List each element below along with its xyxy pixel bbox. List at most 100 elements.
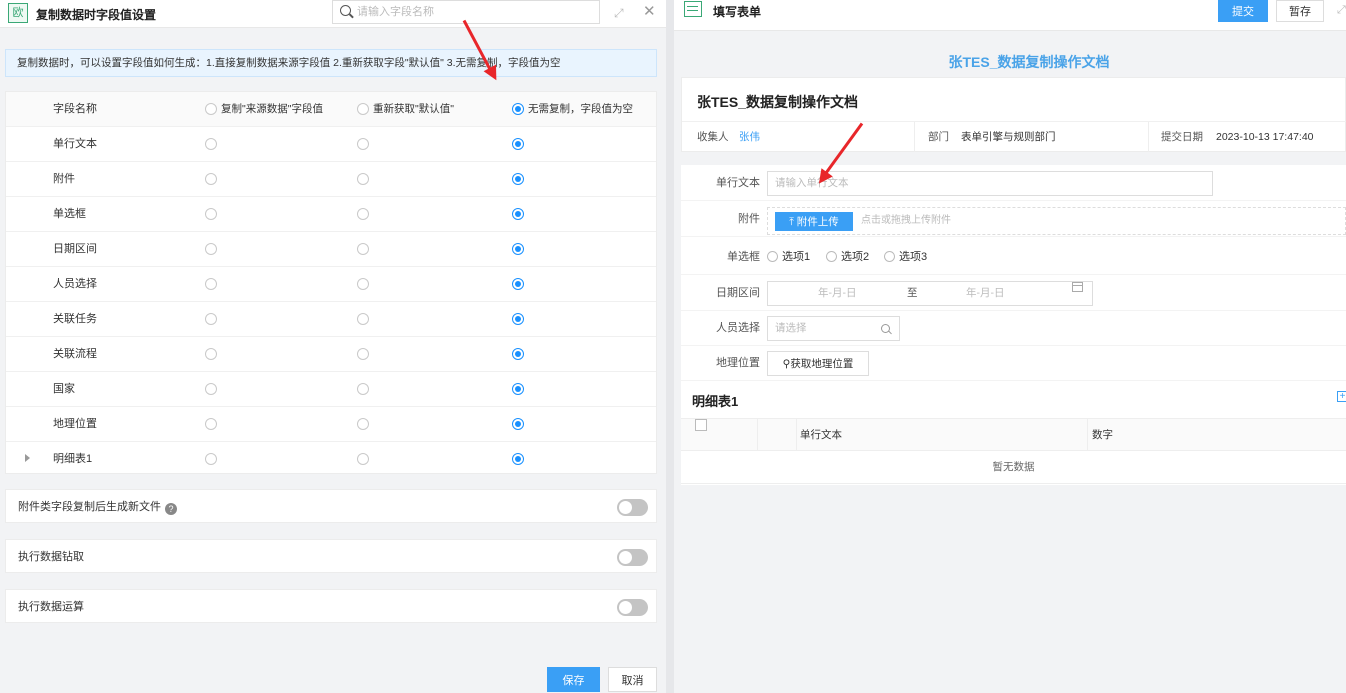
radio-clear-value[interactable] xyxy=(512,453,524,465)
date-start-input[interactable]: 年-月-日 xyxy=(818,282,857,305)
form-fill-panel: 填写表单 提交 暂存 ⤢ 张TES_数据复制操作文档 张TES_数据复制操作文档… xyxy=(674,0,1346,693)
radio-default-value[interactable] xyxy=(357,418,369,430)
radio-circle-icon xyxy=(767,251,778,262)
radio-copy-source[interactable] xyxy=(205,278,217,290)
expand-icon[interactable]: ⤢ xyxy=(1337,4,1346,17)
field-name: 国家 xyxy=(53,383,75,395)
panel-title: 复制数据时字段值设置 xyxy=(36,8,157,22)
radio-default-value[interactable] xyxy=(357,313,369,325)
table-row: 关联任务 xyxy=(6,302,656,337)
cancel-button[interactable]: 取消 xyxy=(608,667,657,692)
radio-default-value[interactable] xyxy=(357,453,369,465)
radio-default-value[interactable] xyxy=(357,348,369,360)
radio-copy-source[interactable] xyxy=(205,348,217,360)
table-row: 日期区间 xyxy=(6,232,656,267)
field-value-settings-panel: 欧 复制数据时字段值设置 ⤢ ✕ 复制数据时，可以设置字段值如何生成：1.直接复… xyxy=(0,0,666,693)
form-row-text: 单行文本 请输入单行文本 xyxy=(681,166,1346,201)
toggle-switch-drill[interactable] xyxy=(617,549,648,566)
radio-clear-value[interactable] xyxy=(512,243,524,255)
detail-table-title: 明细表1 xyxy=(692,394,739,409)
panel-header: 欧 复制数据时字段值设置 ⤢ ✕ xyxy=(0,0,666,28)
toggle-label-new-file: 附件类字段复制后生成新文件 xyxy=(18,501,161,513)
date-end-input[interactable]: 年-月-日 xyxy=(966,282,1005,305)
field-label-geo: 地理位置 xyxy=(716,357,760,369)
radio-copy-source[interactable] xyxy=(205,313,217,325)
form-row-attachment: 附件 ⤒ 附件上传 点击或拖拽上传附件 xyxy=(681,202,1346,237)
toggle-card-new-file: 附件类字段复制后生成新文件? xyxy=(5,489,657,523)
option-label-default-value: 重新获取"默认值" xyxy=(373,103,454,115)
close-icon[interactable]: ✕ xyxy=(643,4,657,19)
radio-clear-value[interactable] xyxy=(512,208,524,220)
radio-copy-source[interactable] xyxy=(205,383,217,395)
radio-copy-source[interactable] xyxy=(205,243,217,255)
select-all-checkbox[interactable] xyxy=(695,419,707,431)
search-icon xyxy=(881,324,890,333)
toggle-switch-calc[interactable] xyxy=(617,599,648,616)
radio-default-value[interactable] xyxy=(357,138,369,150)
radio-clear-value[interactable] xyxy=(512,313,524,325)
radio-clear-value[interactable] xyxy=(512,278,524,290)
radio-copy-source[interactable] xyxy=(205,173,217,185)
upload-button[interactable]: ⤒ 附件上传 xyxy=(775,212,853,231)
radio-clear-value[interactable] xyxy=(512,138,524,150)
save-button[interactable]: 保存 xyxy=(547,667,600,692)
radio-copy-source[interactable] xyxy=(205,418,217,430)
form-header: 填写表单 提交 暂存 ⤢ xyxy=(674,0,1346,31)
header-radio-default-value[interactable] xyxy=(357,103,369,115)
form-row-radio: 单选框 选项1 选项2 选项3 xyxy=(681,240,1346,275)
toggle-card-drill: 执行数据钻取 xyxy=(5,539,657,573)
radio-default-value[interactable] xyxy=(357,208,369,220)
detail-table-empty: 暂无数据 xyxy=(681,451,1346,484)
column-header-text: 单行文本 xyxy=(800,429,842,441)
radio-default-value[interactable] xyxy=(357,173,369,185)
radio-default-value[interactable] xyxy=(357,278,369,290)
expand-row-arrow-icon[interactable] xyxy=(25,454,30,462)
upload-icon: ⤒ xyxy=(789,216,794,228)
radio-option-3[interactable]: 选项3 xyxy=(884,240,927,275)
toggle-switch-new-file[interactable] xyxy=(617,499,648,516)
field-name: 日期区间 xyxy=(53,243,97,255)
field-label-person: 人员选择 xyxy=(716,322,760,334)
radio-default-value[interactable] xyxy=(357,383,369,395)
column-header-number: 数字 xyxy=(1092,429,1113,441)
date-range-separator: 至 xyxy=(907,287,918,299)
upload-dropzone[interactable]: ⤒ 附件上传 点击或拖拽上传附件 xyxy=(767,207,1346,235)
expand-icon[interactable]: ⤢ xyxy=(614,7,626,19)
person-select-placeholder: 请选择 xyxy=(775,322,807,334)
collector-label: 收集人 xyxy=(697,131,729,143)
radio-clear-value[interactable] xyxy=(512,173,524,185)
field-label-text: 单行文本 xyxy=(716,177,760,189)
radio-copy-source[interactable] xyxy=(205,138,217,150)
help-icon[interactable]: ? xyxy=(165,503,177,515)
option-label-clear-value: 无需复制，字段值为空 xyxy=(528,103,633,115)
radio-clear-value[interactable] xyxy=(512,348,524,360)
info-notice: 复制数据时，可以设置字段值如何生成：1.直接复制数据来源字段值 2.重新获取字段… xyxy=(5,49,657,77)
collector-value[interactable]: 张伟 xyxy=(739,122,760,152)
field-name: 附件 xyxy=(53,173,75,185)
header-radio-copy-source[interactable] xyxy=(205,103,217,115)
form-row-geo: 地理位置 ⚲获取地理位置 xyxy=(681,346,1346,381)
add-row-icon[interactable]: + xyxy=(1337,391,1346,402)
person-select[interactable]: 请选择 xyxy=(767,316,900,341)
submit-date-label: 提交日期 xyxy=(1161,131,1203,143)
radio-option-2[interactable]: 选项2 xyxy=(826,240,869,275)
radio-clear-value[interactable] xyxy=(512,418,524,430)
radio-option-label: 选项1 xyxy=(782,251,811,263)
date-range-picker[interactable]: 年-月-日 至 年-月-日 xyxy=(767,281,1093,306)
get-location-button[interactable]: ⚲获取地理位置 xyxy=(767,351,869,376)
submit-button[interactable]: 提交 xyxy=(1218,0,1268,22)
field-search-input[interactable] xyxy=(357,3,592,21)
radio-copy-source[interactable] xyxy=(205,453,217,465)
radio-copy-source[interactable] xyxy=(205,208,217,220)
option-label-copy-source: 复制"来源数据"字段值 xyxy=(221,103,323,115)
radio-default-value[interactable] xyxy=(357,243,369,255)
dept-label: 部门 xyxy=(928,131,949,143)
header-radio-clear-value[interactable] xyxy=(512,103,524,115)
radio-clear-value[interactable] xyxy=(512,383,524,395)
column-header-field-name: 字段名称 xyxy=(53,103,97,115)
draft-button[interactable]: 暂存 xyxy=(1276,0,1324,22)
radio-option-1[interactable]: 选项1 xyxy=(767,240,810,275)
single-line-text-input[interactable]: 请输入单行文本 xyxy=(767,171,1213,196)
field-name: 单行文本 xyxy=(53,138,97,150)
table-row: 国家 xyxy=(6,372,656,407)
